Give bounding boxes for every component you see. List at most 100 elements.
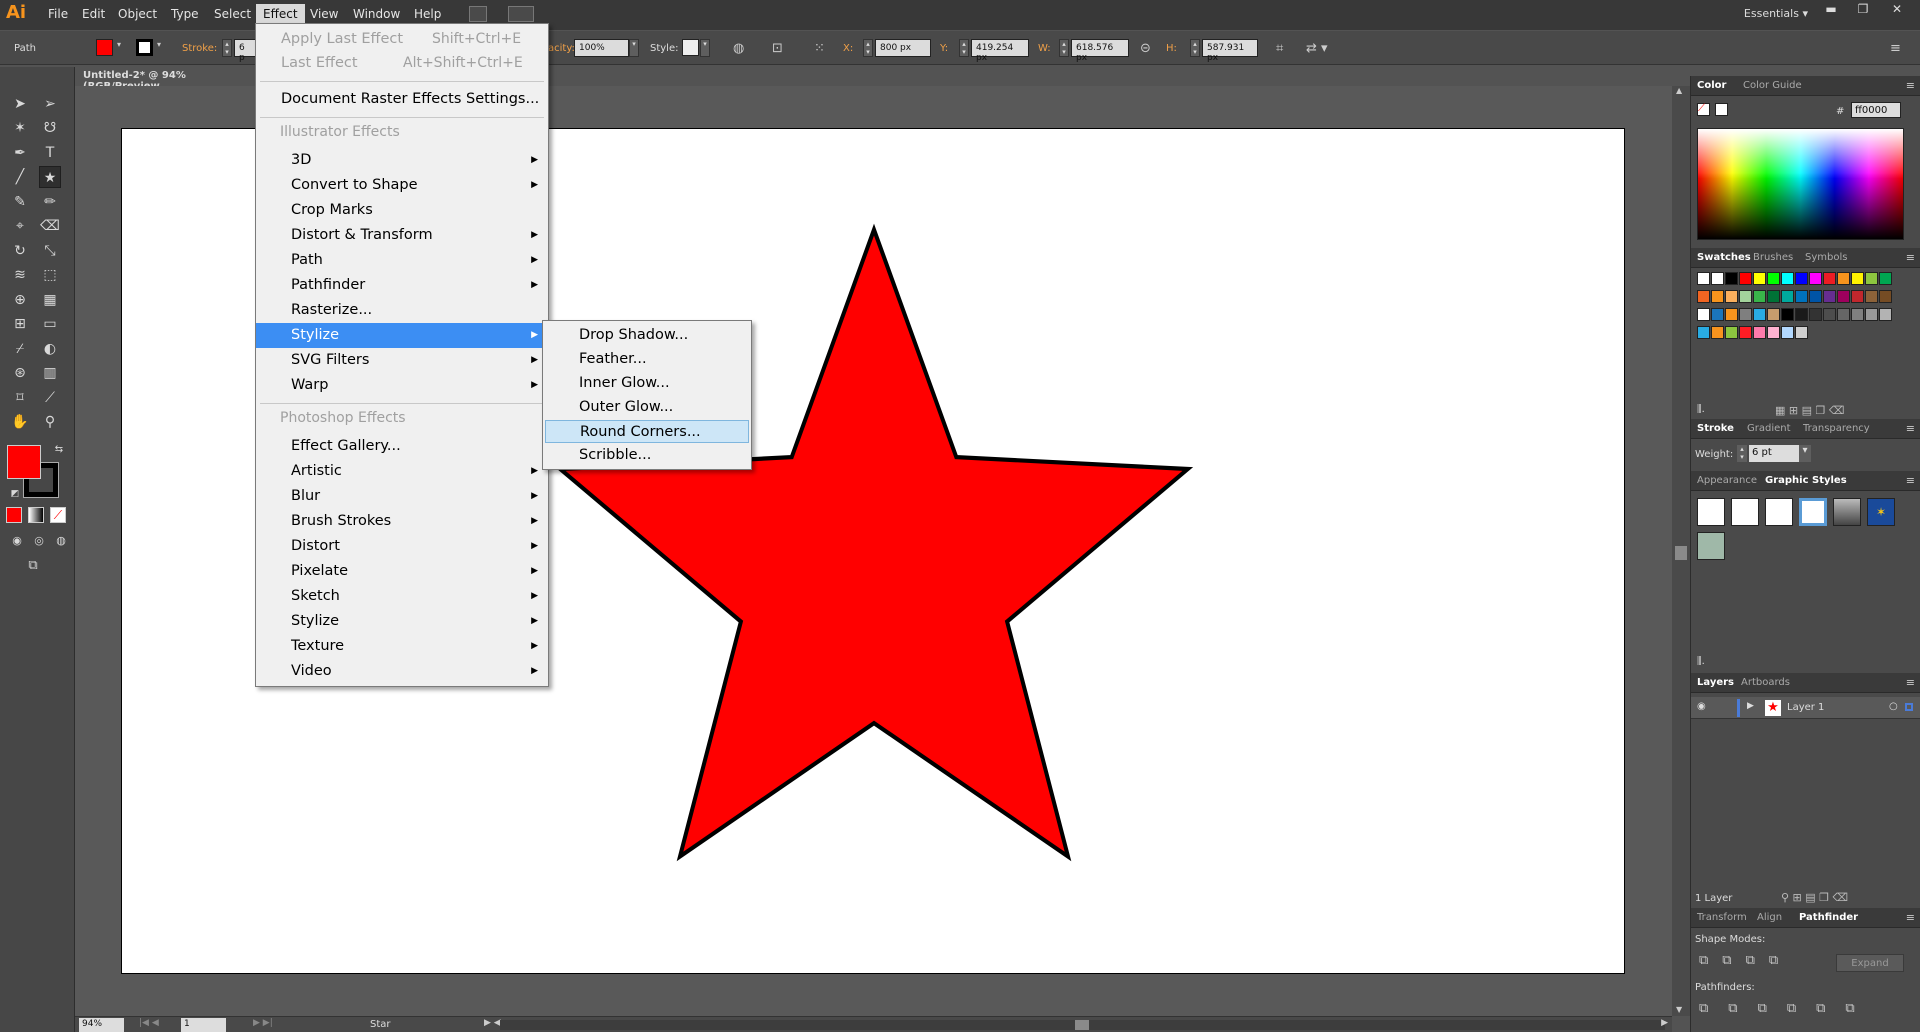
slice-tool-icon[interactable]: ⟋ — [39, 387, 61, 409]
panel-menu-icon[interactable]: ≡ — [1890, 41, 1901, 56]
bridge-icon[interactable] — [469, 6, 487, 22]
swatch[interactable] — [1865, 308, 1878, 321]
menu-help[interactable]: Help — [414, 7, 441, 21]
x-stepper[interactable]: ▴ ▾ — [863, 39, 873, 57]
hand-tool-icon[interactable]: ✋ — [9, 411, 31, 433]
lasso-icon[interactable]: ☋ — [39, 117, 61, 139]
style-dropdown[interactable]: ▾ — [700, 39, 710, 57]
swatch[interactable] — [1753, 272, 1766, 285]
draw-behind-icon[interactable]: ◎ — [28, 530, 50, 552]
swatch[interactable] — [1781, 308, 1794, 321]
swatch[interactable] — [1809, 308, 1822, 321]
swatch[interactable] — [1795, 326, 1808, 339]
expand-arrow-icon[interactable]: ▶ — [1747, 701, 1754, 711]
menu-item-distort-transform[interactable]: Distort & Transform ▶ — [256, 223, 548, 248]
h-stepper[interactable]: ▴ ▾ — [1190, 39, 1200, 57]
weight-dropdown[interactable]: ▾ — [1799, 445, 1811, 462]
menu-item-video[interactable]: Video ▶ — [256, 659, 548, 684]
opacity-label[interactable]: acity: — [548, 43, 575, 54]
warp-icon[interactable]: ≋ — [9, 264, 31, 286]
graphic-style-7[interactable] — [1697, 532, 1725, 560]
swatch[interactable] — [1851, 290, 1864, 303]
menu-item-pixelate[interactable]: Pixelate ▶ — [256, 559, 548, 584]
blob-brush-icon[interactable]: ⌖ — [9, 215, 31, 237]
next-page-icon[interactable]: ▶ ▶| — [253, 1018, 273, 1028]
tab-layers[interactable]: Layers — [1697, 677, 1734, 688]
eyedropper-icon[interactable]: ⌿ — [9, 338, 31, 360]
pen-tool-icon[interactable]: ✒ — [9, 142, 31, 164]
arrange-documents-icon[interactable] — [508, 6, 534, 22]
tab-brushes[interactable]: Brushes — [1753, 252, 1793, 263]
line-tool-icon[interactable]: ╱ — [9, 166, 31, 188]
swatch[interactable] — [1711, 272, 1724, 285]
layer-row[interactable]: ◉ ▶ ★ Layer 1 ○ — [1691, 697, 1920, 719]
free-transform-icon[interactable]: ⬚ — [39, 264, 61, 286]
swatch[interactable] — [1753, 290, 1766, 303]
color-mode-icon[interactable] — [6, 507, 22, 523]
tab-transparency[interactable]: Transparency — [1803, 423, 1870, 434]
y-stepper[interactable]: ▴ ▾ — [959, 39, 969, 57]
hex-field[interactable]: ff0000 — [1851, 102, 1901, 118]
fill-color-swatch[interactable] — [96, 39, 113, 56]
graphic-style-default[interactable] — [1697, 498, 1725, 526]
stroke-label[interactable]: Stroke: — [182, 43, 217, 54]
h-field[interactable]: 587.931 px — [1202, 39, 1258, 63]
panel-menu-icon[interactable]: ≡ — [1906, 79, 1915, 92]
paintbrush-icon[interactable]: ✎ — [9, 191, 31, 213]
direct-selection-tool-icon[interactable]: ➢ — [39, 93, 61, 115]
zoom-tool-icon[interactable]: ⚲ — [39, 411, 61, 433]
swatch[interactable] — [1879, 308, 1892, 321]
graphic-style-3[interactable] — [1765, 498, 1793, 526]
panel-menu-icon[interactable]: ≡ — [1906, 251, 1915, 264]
column-graph-icon[interactable]: ▥ — [39, 362, 61, 384]
chevron-down-icon[interactable]: ▾ — [117, 40, 121, 49]
w-field[interactable]: 618.576 px — [1071, 39, 1129, 63]
swatch[interactable] — [1809, 290, 1822, 303]
swatch[interactable] — [1837, 308, 1850, 321]
swatch[interactable] — [1823, 308, 1836, 321]
swatch[interactable] — [1795, 290, 1808, 303]
graphic-style-2[interactable] — [1731, 498, 1759, 526]
stroke-stepper[interactable]: ▴ ▾ — [222, 39, 232, 57]
tab-gradient[interactable]: Gradient — [1747, 423, 1791, 434]
shape-mode-buttons-icon[interactable]: ⧉⧉⧉⧉ — [1699, 953, 1792, 968]
swatch[interactable] — [1767, 326, 1780, 339]
first-page-icon[interactable]: |◀ ◀ — [139, 1018, 159, 1028]
swatch[interactable] — [1837, 272, 1850, 285]
menu-item-crop-marks[interactable]: Crop Marks — [256, 198, 548, 223]
swatch[interactable] — [1739, 272, 1752, 285]
menu-item-warp[interactable]: Warp ▶ — [256, 373, 548, 398]
rotate-icon[interactable]: ↻ — [9, 240, 31, 262]
swatch[interactable] — [1725, 308, 1738, 321]
menu-item-stylize[interactable]: Stylize ▶ — [256, 609, 548, 634]
workspace-switcher[interactable]: Essentials ▾ — [1744, 7, 1808, 20]
gradient-icon[interactable]: ▭ — [39, 313, 61, 335]
color-spectrum[interactable] — [1697, 128, 1904, 240]
swatch[interactable] — [1879, 290, 1892, 303]
draw-inside-icon[interactable]: ◍ — [50, 530, 72, 552]
menu-item-texture[interactable]: Texture ▶ — [256, 634, 548, 659]
scroll-thumb[interactable] — [1075, 1020, 1089, 1030]
menu-item-sketch[interactable]: Sketch ▶ — [256, 584, 548, 609]
shape-builder-icon[interactable]: ⊕ — [9, 289, 31, 311]
scroll-up-icon[interactable]: ▲ — [1676, 86, 1682, 95]
magic-wand-icon[interactable]: ✶ — [9, 117, 31, 139]
swatch[interactable] — [1711, 290, 1724, 303]
tab-align[interactable]: Align — [1757, 912, 1782, 923]
menu-item-artistic[interactable]: Artistic ▶ — [256, 459, 548, 484]
none-swatch[interactable]: ⟋ — [1697, 103, 1710, 116]
tab-transform[interactable]: Transform — [1697, 912, 1747, 923]
opacity-dropdown[interactable]: ▾ — [629, 39, 639, 57]
eye-icon[interactable]: ◉ — [1697, 701, 1706, 712]
swatch[interactable] — [1767, 290, 1780, 303]
blend-icon[interactable]: ◐ — [39, 338, 61, 360]
swatch[interactable] — [1767, 308, 1780, 321]
submenu-item-inner-glow[interactable]: Inner Glow... — [545, 372, 749, 395]
w-stepper[interactable]: ▴ ▾ — [1059, 39, 1069, 57]
swatch[interactable] — [1851, 272, 1864, 285]
fill-swatch[interactable] — [7, 445, 41, 479]
menu-type[interactable]: Type — [171, 7, 199, 21]
menu-item-stylize[interactable]: Stylize ▶ — [256, 323, 548, 348]
swatch-grid[interactable] — [1697, 272, 1907, 372]
menu-effect[interactable]: Effect — [256, 4, 305, 24]
